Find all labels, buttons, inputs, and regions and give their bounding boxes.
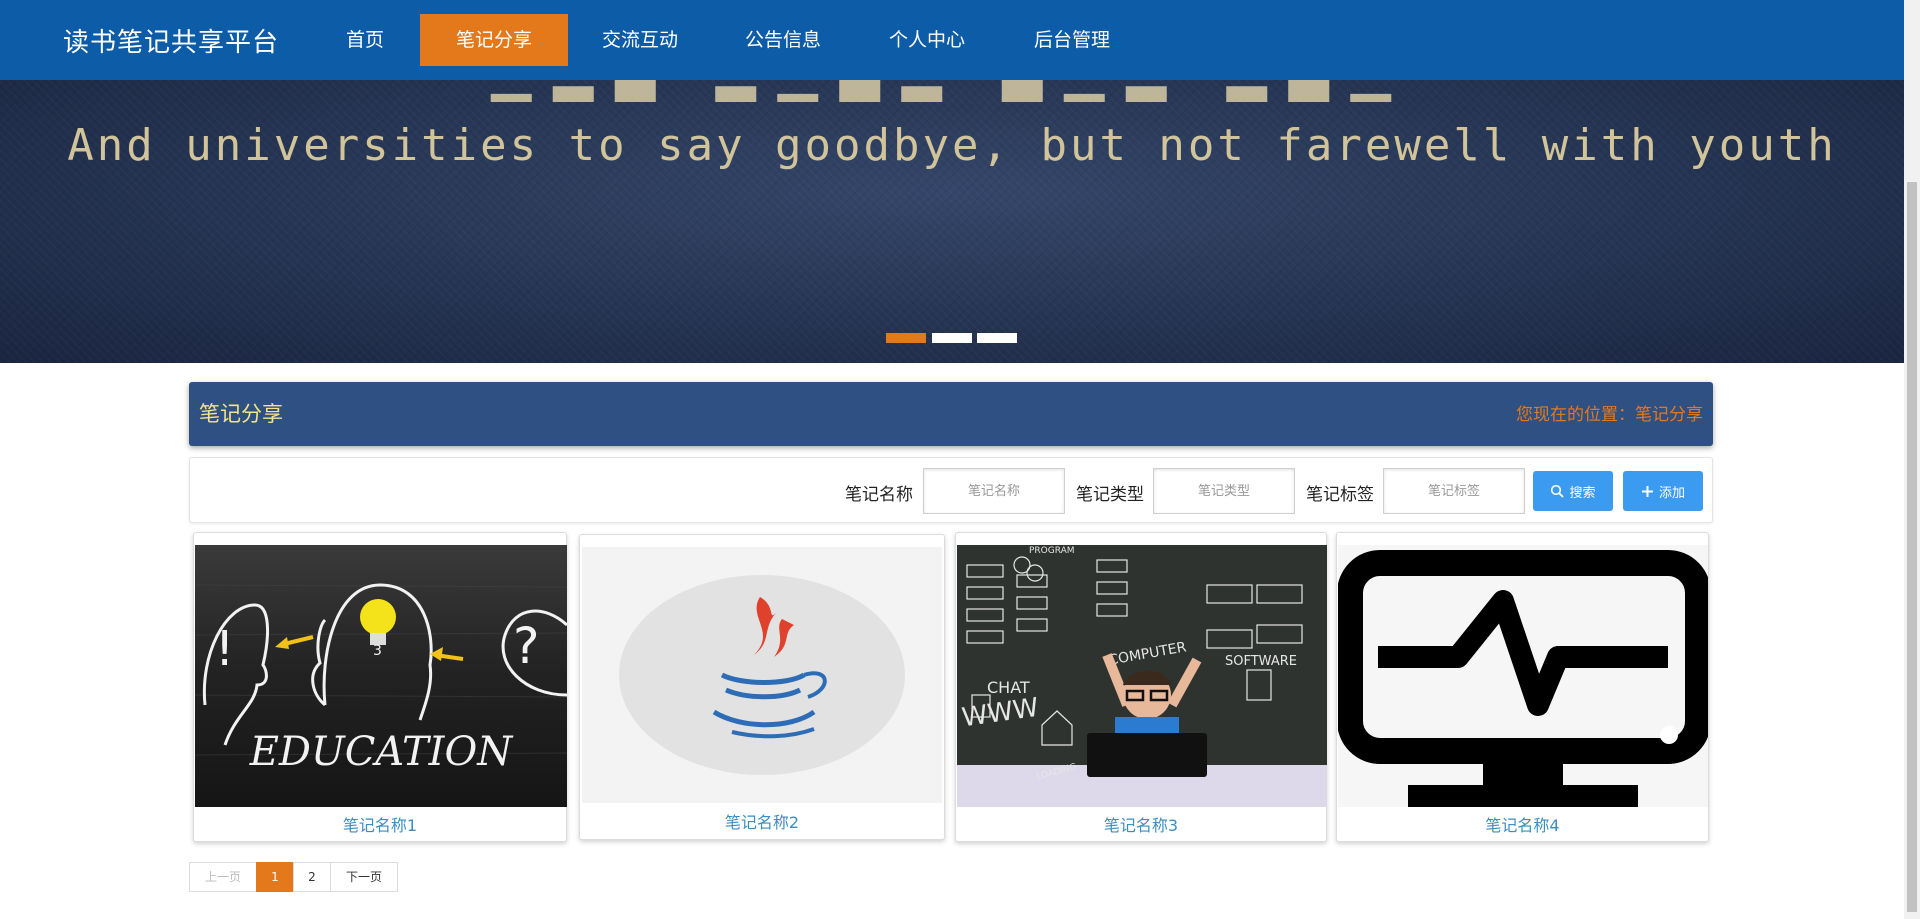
nav-item-note-share[interactable]: 笔记分享 — [420, 14, 568, 66]
svg-text:!: ! — [215, 621, 234, 677]
top-navbar: 读书笔记共享平台 首页 笔记分享 交流互动 公告信息 个人中心 后台管理 — [0, 0, 1904, 80]
note-card-title[interactable]: 笔记名称1 — [194, 812, 566, 836]
page-button-1[interactable]: 1 — [256, 862, 294, 892]
note-image-kid-computer[interactable]: PROGRAM CHAT WWW COMPUTER SOFTWARE LOADI… — [957, 545, 1327, 807]
scrollbar-thumb[interactable] — [1907, 182, 1917, 912]
education-image-text: EDUCATION — [249, 729, 515, 775]
prev-page-button[interactable]: 上一页 — [189, 862, 257, 892]
nav-item-interaction[interactable]: 交流互动 — [585, 14, 695, 66]
note-type-input[interactable] — [1153, 468, 1295, 514]
note-name-label: 笔记名称 — [845, 485, 913, 505]
section-title-bar: 笔记分享 您现在的位置：笔记分享 — [189, 382, 1713, 446]
image-text-program: PROGRAM — [1029, 546, 1075, 556]
note-card[interactable]: PROGRAM CHAT WWW COMPUTER SOFTWARE LOADI… — [955, 532, 1327, 842]
svg-text:?: ? — [513, 617, 540, 675]
image-text-software: SOFTWARE — [1225, 654, 1297, 669]
nav-item-profile[interactable]: 个人中心 — [872, 14, 982, 66]
nav-item-home[interactable]: 首页 — [330, 14, 400, 66]
section-title: 笔记分享 — [199, 402, 283, 426]
note-card-title[interactable]: 笔记名称2 — [580, 809, 944, 833]
search-button[interactable]: 搜索 — [1533, 471, 1613, 511]
note-image-heartbeat-monitor[interactable] — [1338, 545, 1708, 807]
note-tag-input[interactable] — [1383, 468, 1525, 514]
brand-title[interactable]: 读书笔记共享平台 — [63, 22, 279, 59]
page-button-2[interactable]: 2 — [293, 862, 331, 892]
breadcrumb-location: 您现在的位置：笔记分享 — [1516, 405, 1703, 425]
note-image-education[interactable]: ! 3 ? EDUCATION — [195, 545, 567, 807]
banner-carousel[interactable]: ▁▂▃ ▂▁▃▂ ▃▁▂ ▂▃▁ And universities to say… — [0, 80, 1904, 363]
svg-text:3: 3 — [373, 643, 382, 659]
add-button-label: 添加 — [1658, 485, 1685, 501]
next-page-button[interactable]: 下一页 — [330, 862, 398, 892]
note-image-java[interactable] — [582, 547, 942, 803]
banner-slogan: And universities to say goodbye, but not… — [67, 120, 1837, 171]
search-bar: 笔记名称 笔记类型 笔记标签 搜索 添加 — [189, 457, 1713, 523]
carousel-dot-1[interactable] — [886, 333, 926, 343]
plus-icon — [1641, 485, 1653, 497]
note-tag-label: 笔记标签 — [1306, 485, 1374, 505]
pagination: 上一页 1 2 下一页 — [189, 862, 398, 892]
note-card-title[interactable]: 笔记名称4 — [1337, 812, 1708, 836]
banner-cropped-text-decoration: ▁▂▃ ▂▁▃▂ ▃▁▂ ▂▃▁ — [0, 80, 1904, 102]
add-button[interactable]: 添加 — [1623, 471, 1703, 511]
nav-item-admin[interactable]: 后台管理 — [1017, 14, 1127, 66]
nav-item-announcements[interactable]: 公告信息 — [728, 14, 838, 66]
note-card[interactable]: 笔记名称2 — [579, 534, 945, 840]
search-button-label: 搜索 — [1569, 485, 1596, 501]
note-name-input[interactable] — [923, 468, 1065, 514]
note-type-label: 笔记类型 — [1076, 485, 1144, 505]
note-card[interactable]: ! 3 ? EDUCATION 笔记名称1 — [193, 532, 567, 842]
search-icon — [1551, 484, 1565, 498]
carousel-dot-2[interactable] — [932, 333, 972, 343]
note-card[interactable]: 笔记名称4 — [1336, 532, 1709, 842]
carousel-dot-3[interactable] — [977, 333, 1017, 343]
page-scrollbar[interactable] — [1904, 0, 1920, 919]
note-card-title[interactable]: 笔记名称3 — [956, 812, 1326, 836]
